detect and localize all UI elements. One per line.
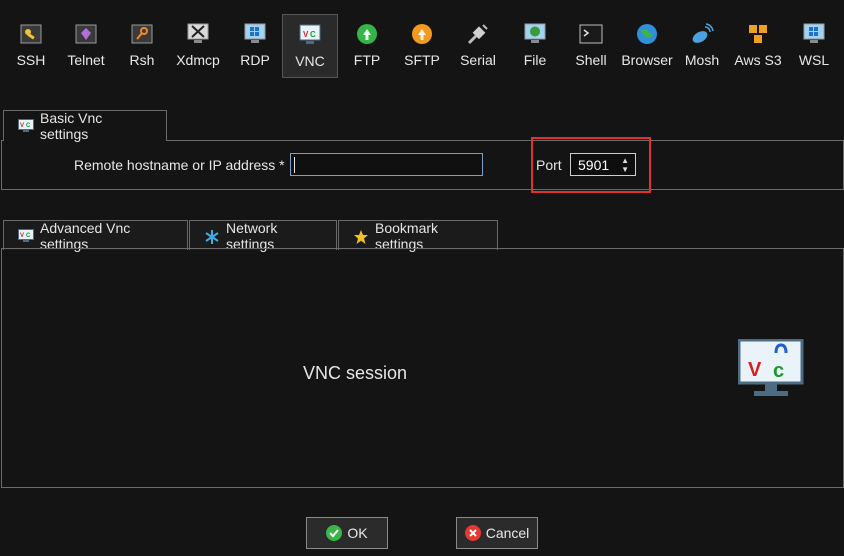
toolbar-item-wsl[interactable]: WSL [794,14,834,78]
toolbar-label: FTP [353,52,381,68]
svg-text:V: V [20,233,24,239]
toolbar-item-file[interactable]: File [512,14,558,78]
svg-text:V: V [303,30,309,39]
svg-text:C: C [26,123,31,129]
toolbar-label: VNC [295,53,325,69]
toolbar-item-serial[interactable]: Serial [452,14,504,78]
aws-s3-icon [746,22,770,46]
tab-label: Advanced Vnc settings [40,219,131,252]
cancel-button[interactable]: Cancel [456,517,538,549]
tab-label: Network settings [226,219,278,252]
toolbar-item-aws-s3[interactable]: Aws S3 [732,14,784,78]
toolbar-label: File [523,52,547,68]
svg-text:V: V [20,123,24,129]
toolbar-item-rsh[interactable]: Rsh [118,14,166,78]
sftp-icon [410,22,434,46]
port-highlight-box [531,137,651,193]
serial-icon [466,22,490,46]
toolbar-label: Aws S3 [734,52,782,68]
rdp-icon [243,22,267,46]
toolbar-item-browser[interactable]: Browser [618,14,676,78]
mosh-icon [690,22,714,46]
rsh-icon [130,22,154,46]
network-icon [204,229,220,244]
toolbar-item-telnet[interactable]: Telnet [60,14,112,78]
cancel-label: Cancel [485,525,530,541]
toolbar-label: Browser [621,52,673,68]
tab-label: Bookmark settings [375,219,439,252]
toolbar-item-vnc[interactable]: VC VNC [282,14,338,78]
svg-text:c: c [773,360,784,382]
browser-icon [635,22,659,46]
vnc-monitor-icon: V c [737,338,804,399]
xdmcp-icon [186,22,210,46]
tab-bookmark-settings[interactable]: Bookmark settings [338,219,498,252]
toolbar-label: Rsh [129,52,155,68]
toolbar-item-ssh[interactable]: SSH [6,14,56,78]
telnet-icon [74,22,98,46]
session-type-toolbar: SSH Telnet Rsh Xdmcp RDP VC VNC FTP SFTP… [0,14,844,80]
vnc-icon: VC [298,23,322,47]
toolbar-item-shell[interactable]: Shell [568,14,614,78]
ok-label: OK [347,525,368,541]
vnc-icon: VC [18,119,34,133]
vnc-icon: VC [18,228,34,243]
file-icon [523,22,547,46]
toolbar-label: Telnet [67,52,105,68]
toolbar-label: SFTP [404,52,440,68]
svg-text:C: C [26,233,31,239]
wsl-icon [802,22,826,46]
tab-advanced-vnc-settings[interactable]: VC Advanced Vnc settings [3,219,188,252]
key-icon [19,22,43,46]
toolbar-item-xdmcp[interactable]: Xdmcp [172,14,224,78]
hostname-input[interactable] [290,153,483,176]
ok-button[interactable]: OK [306,517,388,549]
tab-basic-vnc-settings[interactable]: VC Basic Vnc settings [3,110,167,142]
tab-network-settings[interactable]: Network settings [189,219,337,252]
toolbar-label: Serial [460,52,496,68]
toolbar-label: Xdmcp [176,52,220,68]
shell-icon [579,22,603,46]
toolbar-item-sftp[interactable]: SFTP [398,14,446,78]
toolbar-item-rdp[interactable]: RDP [232,14,278,78]
session-title: VNC session [303,363,408,383]
ftp-icon [355,22,379,46]
text-caret [294,157,295,173]
check-icon [326,525,343,541]
toolbar-label: WSL [798,52,830,68]
session-panel [1,248,844,488]
star-icon [353,229,369,244]
toolbar-item-mosh[interactable]: Mosh [680,14,724,78]
toolbar-label: Mosh [684,52,720,68]
svg-text:V: V [748,359,762,381]
close-icon [464,525,481,541]
toolbar-label: Shell [575,52,607,68]
toolbar-label: SSH [16,52,46,68]
toolbar-item-ftp[interactable]: FTP [344,14,390,78]
hostname-label: Remote hostname or IP address * [74,157,285,173]
tab-label: Basic Vnc settings [40,110,103,142]
svg-text:C: C [310,30,316,39]
toolbar-label: RDP [240,52,270,68]
